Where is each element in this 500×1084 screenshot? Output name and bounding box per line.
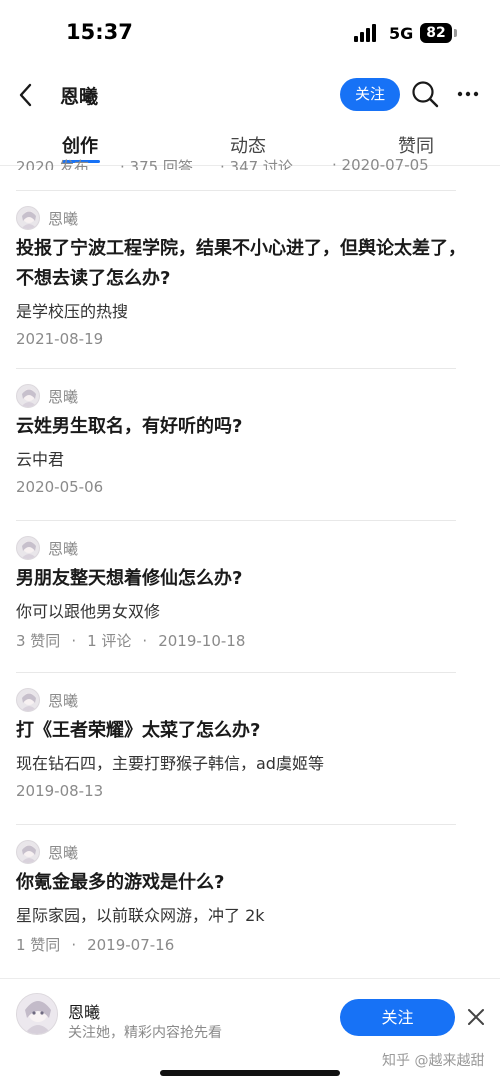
avatar[interactable] [16,384,40,408]
watermark: 知乎 @越来越甜 [382,1053,485,1069]
network-type: 5G [389,24,414,43]
item-meta: 3 赞同 · 1 评论 · 2019-10-18 [16,632,246,650]
meta-date: 2019-08-13 [16,782,104,800]
answer-excerpt[interactable]: 现在钻石四，主要打野猴子韩信，ad虞姬等 [16,750,476,774]
author-name[interactable]: 恩曦 [48,208,78,229]
question-title[interactable]: 男朋友整天想着修仙怎么办? [16,564,476,594]
clipped-meta-text: · 347 讨论 [220,158,293,170]
battery-icon: 82 [420,23,452,43]
author-name[interactable]: 恩曦 [48,690,78,711]
meta-upvotes[interactable]: 1 赞同 [16,936,60,954]
avatar[interactable] [16,688,40,712]
search-icon[interactable] [410,79,440,109]
battery-tip [454,29,457,37]
status-time: 15:37 [66,20,133,44]
avatar[interactable] [16,840,40,864]
meta-date: 2019-10-18 [158,632,246,650]
clipped-meta-row: 2020 发布 · 375 回答 · 347 讨论 · 2020-07-05 [16,150,476,170]
author-name[interactable]: 恩曦 [48,842,78,863]
meta-comments[interactable]: 1 评论 [87,632,131,650]
feed-item[interactable]: 恩曦 男朋友整天想着修仙怎么办? 你可以跟他男女双修 3 赞同 · 1 评论 · 201… [0,520,500,672]
panel-subtitle: 关注她，精彩内容抢先看 [68,1025,222,1041]
meta-date: 2019-07-16 [87,936,175,954]
question-title[interactable]: 云姓男生取名，有好听的吗? [16,412,476,442]
page-title: 恩曦 [60,86,99,108]
avatar[interactable] [16,206,40,230]
answer-excerpt[interactable]: 星际家园，以前联众网游，冲了 2k [16,902,476,926]
close-icon[interactable] [466,1007,486,1027]
author-name[interactable]: 恩曦 [48,386,78,407]
answer-feed: 恩曦 投报了宁波工程学院，结果不小心进了，但舆论太差了，不想去读了怎么办? 是学… [0,190,500,954]
card-divider [16,824,456,825]
feed-item[interactable]: 恩曦 云姓男生取名，有好听的吗? 云中君 2020-05-06 [0,368,500,520]
answer-excerpt[interactable]: 是学校压的热搜 [16,298,476,322]
answer-excerpt[interactable]: 你可以跟他男女双修 [16,598,476,622]
meta-date: 2021-08-19 [16,330,104,348]
follow-button[interactable]: 关注 [340,78,400,111]
panel-author-name[interactable]: 恩曦 [68,999,100,1023]
clipped-meta-text: 2020 发布 [16,158,89,170]
card-divider [16,672,456,673]
avatar[interactable] [16,993,58,1035]
question-title[interactable]: 你氪金最多的游戏是什么? [16,868,476,898]
item-meta: 2019-08-13 [16,782,103,800]
feed-item[interactable]: 恩曦 你氪金最多的游戏是什么? 星际家园，以前联众网游，冲了 2k 1 赞同 · 2… [0,824,500,976]
card-divider [16,520,456,521]
meta-upvotes[interactable]: 3 赞同 [16,632,60,650]
question-title[interactable]: 投报了宁波工程学院，结果不小心进了，但舆论太差了，不想去读了怎么办? [16,234,476,294]
clipped-meta-text: · 2020-07-05 [332,156,429,170]
top-nav-bar: 恩曦 关注 [0,66,500,124]
clipped-meta-text: · 375 回答 [120,158,193,170]
panel-follow-button[interactable]: 关注 [340,999,455,1036]
item-meta: 1 赞同 · 2019-07-16 [16,936,175,954]
cellular-signal-icon [354,24,380,42]
card-divider [16,190,456,191]
feed-item[interactable]: 恩曦 打《王者荣耀》太菜了怎么办? 现在钻石四，主要打野猴子韩信，ad虞姬等 2… [0,672,500,824]
feed-item[interactable]: 恩曦 投报了宁波工程学院，结果不小心进了，但舆论太差了，不想去读了怎么办? 是学… [0,190,500,348]
meta-date: 2020-05-06 [16,478,104,496]
item-meta: 2020-05-06 [16,478,103,496]
item-meta: 2021-08-19 [16,330,103,348]
avatar[interactable] [16,536,40,560]
card-divider [16,368,456,369]
question-title[interactable]: 打《王者荣耀》太菜了怎么办? [16,716,476,746]
status-bar: 15:37 5G 82 [0,0,500,66]
answer-excerpt[interactable]: 云中君 [16,446,476,470]
back-arrow-icon[interactable] [14,80,40,110]
more-icon[interactable] [454,82,482,106]
home-indicator[interactable] [160,1070,340,1076]
author-name[interactable]: 恩曦 [48,538,78,559]
